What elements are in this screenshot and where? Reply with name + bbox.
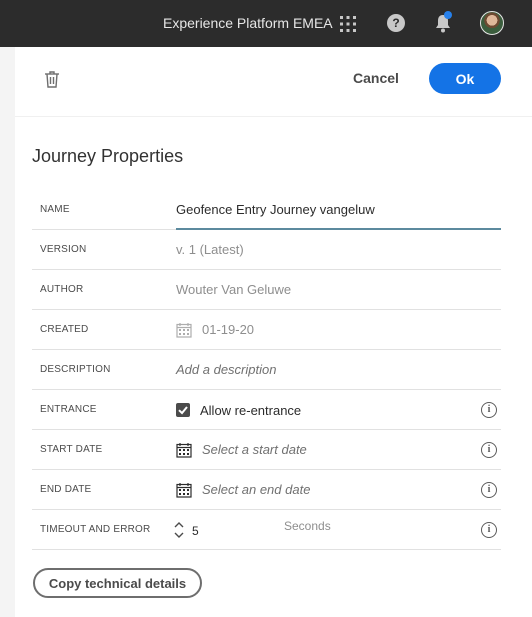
property-row-timeout: TIMEOUT AND ERROR 5 Seconds i <box>32 510 501 550</box>
end-date-label: END DATE <box>40 484 92 495</box>
property-row-created: CREATED 01-19-20 <box>32 310 501 350</box>
author-label: AUTHOR <box>40 284 84 295</box>
timeout-unit: Seconds <box>284 519 331 533</box>
property-row-author: AUTHOR Wouter Van Geluwe <box>32 270 501 310</box>
version-label: VERSION <box>40 244 87 255</box>
property-row-start-date: START DATE Select a start date i <box>32 430 501 470</box>
info-icon[interactable]: i <box>481 442 497 458</box>
entrance-label: ENTRANCE <box>40 404 97 415</box>
journey-properties-panel: Cancel Ok Journey Properties NAME VERSIO… <box>15 47 532 617</box>
description-field[interactable]: Add a description <box>176 362 276 377</box>
info-icon[interactable]: i <box>481 482 497 498</box>
stepper-icon[interactable] <box>173 518 185 542</box>
copy-technical-details-button[interactable]: Copy technical details <box>33 568 202 598</box>
description-label: DESCRIPTION <box>40 364 111 375</box>
page-title: Journey Properties <box>32 146 184 166</box>
panel-header: Cancel Ok <box>15 47 532 117</box>
property-row-description: DESCRIPTION Add a description <box>32 350 501 390</box>
created-value: 01-19-20 <box>202 322 255 337</box>
apps-icon[interactable] <box>339 15 357 33</box>
reentrance-checkbox[interactable] <box>176 403 190 417</box>
version-value: v. 1 (Latest) <box>176 242 244 257</box>
calendar-icon <box>176 323 192 338</box>
name-input[interactable] <box>176 190 501 230</box>
notification-dot <box>444 11 452 19</box>
property-row-end-date: END DATE Select an end date i <box>32 470 501 510</box>
reentrance-label[interactable]: Allow re-entrance <box>200 403 301 418</box>
author-value: Wouter Van Geluwe <box>176 282 292 297</box>
avatar[interactable] <box>480 11 504 35</box>
help-icon[interactable]: ? <box>387 14 405 32</box>
cancel-button[interactable]: Cancel <box>340 64 412 92</box>
trash-icon[interactable] <box>44 70 60 88</box>
calendar-icon[interactable] <box>176 442 192 458</box>
timeout-label: TIMEOUT AND ERROR <box>40 524 151 535</box>
ok-button[interactable]: Ok <box>429 63 501 94</box>
created-label: CREATED <box>40 324 89 335</box>
org-switcher[interactable]: Experience Platform EMEA <box>163 15 333 31</box>
top-bar: Experience Platform EMEA ? <box>0 0 532 47</box>
info-icon[interactable]: i <box>481 402 497 418</box>
start-date-field[interactable]: Select a start date <box>202 442 307 457</box>
property-row-version: VERSION v. 1 (Latest) <box>32 230 501 270</box>
end-date-field[interactable]: Select an end date <box>202 482 310 497</box>
property-row-name: NAME <box>32 190 501 230</box>
name-label: NAME <box>40 204 70 215</box>
timeout-value[interactable]: 5 <box>192 524 199 538</box>
calendar-icon[interactable] <box>176 482 192 498</box>
info-icon[interactable]: i <box>481 522 497 538</box>
start-date-label: START DATE <box>40 444 103 455</box>
property-row-entrance: ENTRANCE Allow re-entrance i <box>32 390 501 430</box>
checkmark-icon <box>178 406 188 415</box>
